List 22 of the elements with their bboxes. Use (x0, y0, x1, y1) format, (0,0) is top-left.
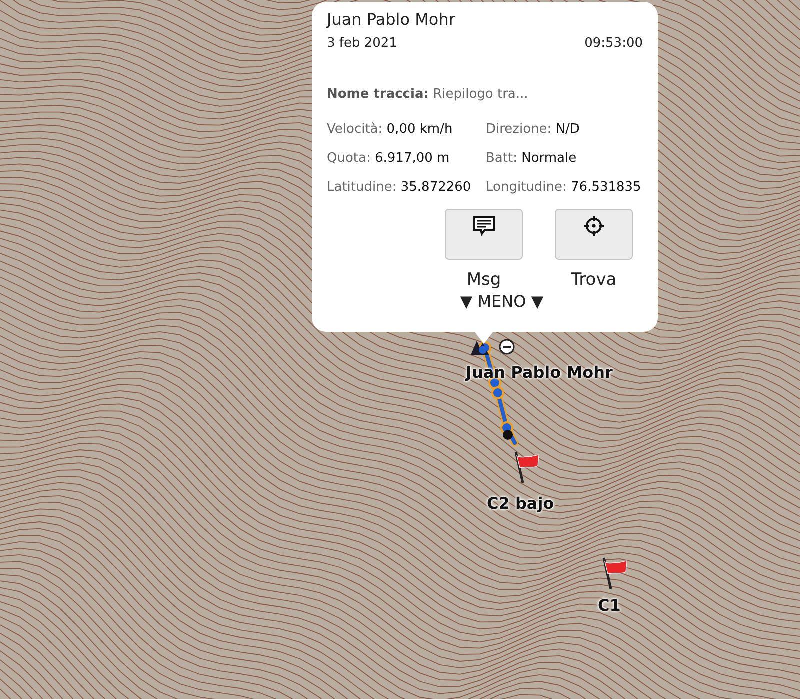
date-text: 3 feb 2021 (327, 36, 398, 51)
flag-icon[interactable] (512, 450, 540, 484)
marker-label: C2 bajo (487, 494, 554, 513)
field-text: Direzione: N/D (486, 122, 581, 137)
message-button[interactable] (445, 209, 523, 260)
minus-icon[interactable] (499, 339, 515, 355)
popup-title: Juan Pablo Mohr (327, 10, 456, 30)
button-label: Msg (466, 270, 502, 290)
track-name-text: Nome traccia: Riepilogo tra... (327, 87, 530, 102)
less-toggle[interactable]: ▼ MENO ▼ (361, 292, 643, 311)
field-text: Quota: 6.917,00 m (327, 151, 451, 166)
field-text: Velocità: 0,00 km/h (327, 122, 454, 137)
field-text: Longitudine: 76.531835 (486, 180, 642, 195)
marker-label: C1 (598, 596, 621, 615)
time-text: 09:53:00 (584, 36, 643, 51)
flag-icon[interactable] (600, 556, 628, 590)
crosshair-icon (583, 215, 605, 237)
button-label: Trova (571, 270, 617, 290)
locate-button[interactable] (555, 209, 633, 260)
message-icon (472, 215, 496, 237)
field-text: Batt: Normale (486, 151, 578, 166)
field-text: Latitudine: 35.872260 (327, 180, 472, 195)
